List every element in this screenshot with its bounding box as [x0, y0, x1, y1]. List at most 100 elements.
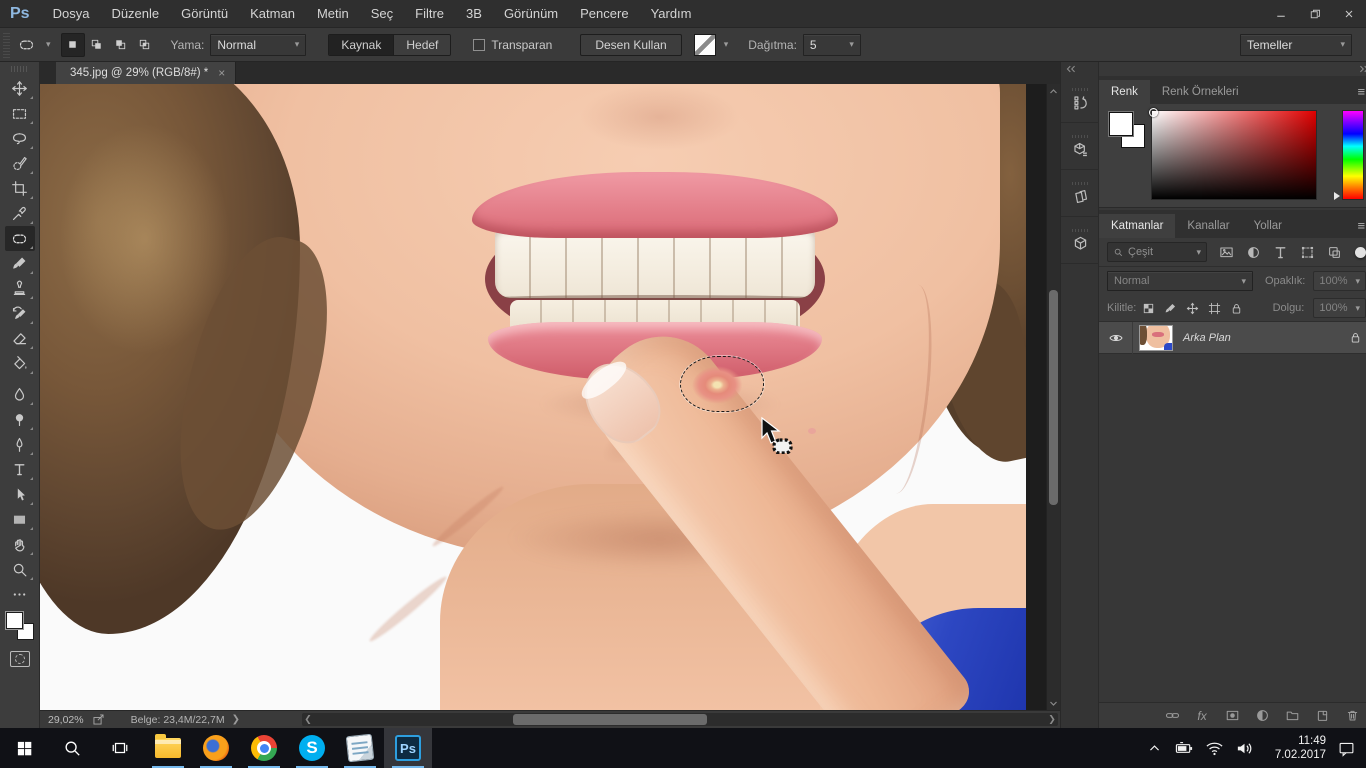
menu-3B[interactable]: 3B	[455, 6, 493, 21]
adjustment-button[interactable]	[1252, 706, 1272, 726]
vertical-scrollbar[interactable]	[1046, 84, 1060, 710]
battery-icon[interactable]	[1170, 728, 1198, 768]
tool-quick-select[interactable]	[5, 151, 35, 176]
taskbar-photoshop[interactable]: Ps	[384, 728, 432, 768]
menu-Yardım[interactable]: Yardım	[640, 6, 703, 21]
tool-move[interactable]	[5, 76, 35, 101]
chevron-down-icon[interactable]: ▾	[724, 39, 729, 50]
scrollbar-thumb[interactable]	[513, 714, 707, 725]
menu-Metin[interactable]: Metin	[306, 6, 360, 21]
saturation-brightness-field[interactable]	[1151, 110, 1317, 200]
scroll-left-icon[interactable]: ❮	[302, 713, 314, 726]
tool-type[interactable]	[5, 457, 35, 482]
menu-Seç[interactable]: Seç	[360, 6, 404, 21]
zoom-level[interactable]: 29,02%	[48, 714, 84, 726]
tool-brush[interactable]	[5, 251, 35, 276]
menu-Katman[interactable]: Katman	[239, 6, 306, 21]
panel-3d-icon[interactable]	[1061, 217, 1099, 264]
filter-toggle[interactable]	[1355, 247, 1366, 258]
layer-visibility-toggle[interactable]	[1099, 322, 1133, 354]
expand-dock-button[interactable]	[1099, 62, 1366, 76]
diffusion-dropdown[interactable]: 5 ▾	[803, 34, 861, 56]
tab-close-icon[interactable]: ×	[218, 66, 225, 80]
scroll-up-icon[interactable]	[1047, 84, 1060, 98]
filter-image-icon[interactable]	[1215, 242, 1237, 262]
minimize-button[interactable]	[1264, 0, 1298, 27]
quick-mask-button[interactable]	[10, 651, 30, 667]
tool-lasso[interactable]	[5, 126, 35, 151]
blend-mode-dropdown[interactable]: Normal ▾	[1107, 271, 1253, 291]
canvas[interactable]	[40, 84, 1026, 710]
tab-renk[interactable]: Renk	[1099, 80, 1150, 104]
taskbar-chrome[interactable]	[240, 728, 288, 768]
volume-icon[interactable]	[1230, 728, 1258, 768]
new-layer-button[interactable]	[1312, 706, 1332, 726]
lock-transparency-icon[interactable]	[1141, 301, 1156, 316]
tool-eraser[interactable]	[5, 326, 35, 351]
tool-crop[interactable]	[5, 176, 35, 201]
pattern-swatch[interactable]	[694, 34, 716, 56]
document-tab[interactable]: 345.jpg @ 29% (RGB/8#) * ×	[56, 62, 236, 84]
link-button[interactable]	[1162, 706, 1182, 726]
action-center-icon[interactable]	[1332, 728, 1360, 768]
lock-artboard-icon[interactable]	[1207, 301, 1222, 316]
tool-eyedropper[interactable]	[5, 201, 35, 226]
panel-menu-icon[interactable]: ≡	[1348, 218, 1366, 238]
tool-hand[interactable]	[5, 532, 35, 557]
filter-type-icon[interactable]	[1269, 242, 1291, 262]
layer-filter-dropdown[interactable]: Çeşit ▾	[1107, 242, 1207, 262]
tool-path-select[interactable]	[5, 482, 35, 507]
opacity-dropdown[interactable]: 100% ▾	[1313, 271, 1366, 291]
hue-ramp[interactable]	[1342, 110, 1364, 200]
menu-Görüntü[interactable]: Görüntü	[170, 6, 239, 21]
menu-Filtre[interactable]: Filtre	[404, 6, 455, 21]
fx-button[interactable]: fx	[1192, 706, 1212, 726]
tool-history-brush[interactable]	[5, 301, 35, 326]
panel-libraries-icon[interactable]	[1061, 170, 1099, 217]
menu-Görünüm[interactable]: Görünüm	[493, 6, 569, 21]
patch-mode-dropdown[interactable]: Normal ▾	[210, 34, 306, 56]
new-selection-icon[interactable]	[61, 33, 85, 57]
intersect-selection-icon[interactable]	[133, 33, 157, 57]
tool-dodge[interactable]	[5, 407, 35, 432]
scrollbar-thumb[interactable]	[1049, 290, 1058, 505]
search-button[interactable]	[48, 728, 96, 768]
source-button[interactable]: Kaynak	[329, 35, 394, 55]
subtract-from-selection-icon[interactable]	[109, 33, 133, 57]
foreground-color-swatch[interactable]	[1109, 112, 1133, 136]
foreground-background-swatches[interactable]	[5, 611, 35, 641]
tool-more[interactable]	[5, 582, 35, 607]
close-button[interactable]	[1332, 0, 1366, 27]
filter-adjustment-icon[interactable]	[1242, 242, 1264, 262]
horizontal-scrollbar[interactable]: ❮ ❯	[302, 713, 1058, 726]
transparent-checkbox[interactable]	[473, 39, 485, 51]
taskbar-firefox[interactable]	[192, 728, 240, 768]
layer-name[interactable]: Arka Plan	[1183, 332, 1231, 344]
menu-Pencere[interactable]: Pencere	[569, 6, 639, 21]
layer-thumbnail[interactable]	[1139, 325, 1173, 351]
tool-rectangle[interactable]	[5, 507, 35, 532]
taskbar-skype[interactable]: S	[288, 728, 336, 768]
share-icon[interactable]	[92, 713, 105, 726]
panel-menu-icon[interactable]: ≡	[1348, 84, 1366, 104]
taskbar-file-explorer[interactable]	[144, 728, 192, 768]
tool-preset-picker[interactable]: ▾	[14, 34, 55, 55]
use-pattern-button[interactable]: Desen Kullan	[580, 34, 681, 56]
fill-dropdown[interactable]: 100% ▾	[1313, 298, 1366, 318]
tab-renk-ornekleri[interactable]: Renk Örnekleri	[1150, 80, 1251, 104]
delete-button[interactable]	[1342, 706, 1362, 726]
scroll-down-icon[interactable]	[1047, 696, 1060, 710]
tool-blur[interactable]	[5, 382, 35, 407]
task-view-button[interactable]	[96, 728, 144, 768]
lock-position-icon[interactable]	[1185, 301, 1200, 316]
filter-smart-object-icon[interactable]	[1323, 242, 1345, 262]
wifi-icon[interactable]	[1200, 728, 1228, 768]
start-button[interactable]	[0, 728, 48, 768]
panel-properties-icon[interactable]	[1061, 123, 1099, 170]
tray-expand-icon[interactable]	[1140, 728, 1168, 768]
menu-Düzenle[interactable]: Düzenle	[100, 6, 170, 21]
tool-pen[interactable]	[5, 432, 35, 457]
scroll-right-icon[interactable]: ❯	[1046, 713, 1058, 726]
lock-all-icon[interactable]	[1229, 301, 1244, 316]
tool-patch[interactable]	[5, 226, 35, 251]
